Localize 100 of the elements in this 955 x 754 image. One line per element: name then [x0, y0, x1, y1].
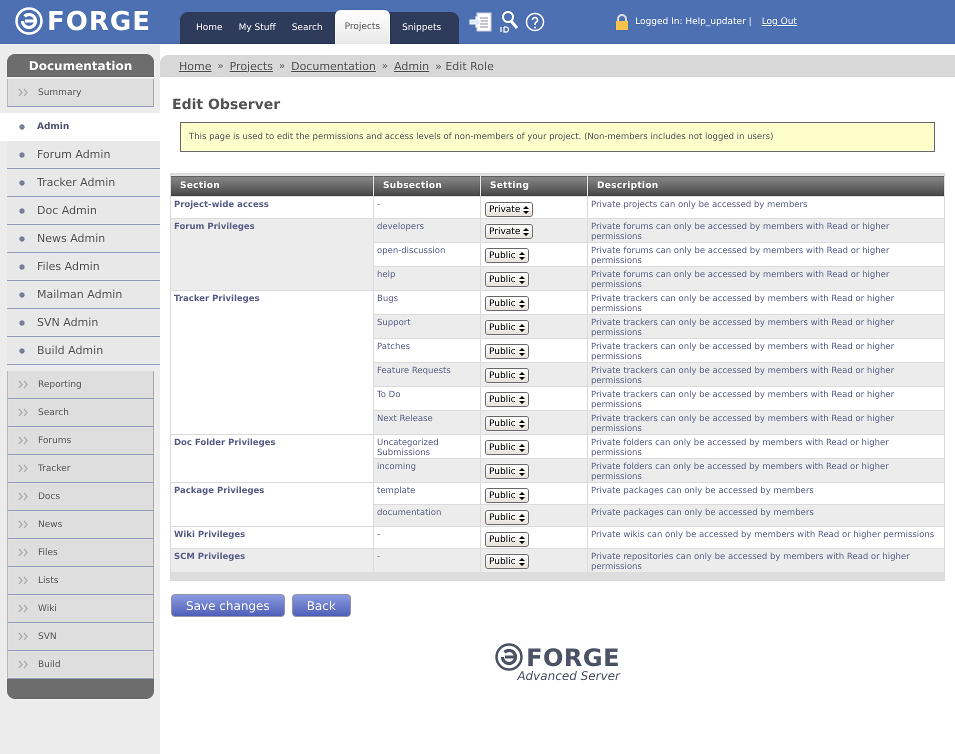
breadcrumb-link[interactable]: Projects	[230, 60, 273, 72]
setting-select[interactable]: Public	[485, 416, 529, 431]
chevron-icon	[18, 604, 28, 613]
sidebar-item[interactable]: News	[7, 511, 154, 539]
sidebar-item[interactable]: Forums	[7, 427, 154, 455]
bullet-icon	[19, 320, 25, 326]
sidebar-item[interactable]: Build Admin	[7, 337, 160, 365]
nav-tab[interactable]: Search	[284, 12, 331, 44]
sidebar-item[interactable]: Files	[7, 539, 154, 567]
table-cell: developers	[374, 218, 480, 242]
setting-select[interactable]: Public	[485, 440, 529, 455]
sidebar-item[interactable]: Docs	[7, 483, 154, 511]
nav-tab[interactable]: Snippets	[394, 12, 450, 44]
bullet-icon	[19, 348, 25, 354]
sidebar-item[interactable]: SVN Admin	[7, 309, 160, 337]
updown-icon	[518, 298, 526, 308]
sidebar-item[interactable]: Summary	[7, 79, 154, 107]
breadcrumb-separator: »	[278, 60, 286, 72]
sidebar-item[interactable]: Admin	[0, 113, 160, 141]
page-title: Edit Observer	[172, 97, 282, 113]
setting-select[interactable]: Public	[485, 488, 529, 503]
search-icon[interactable]	[499, 10, 520, 34]
updown-icon	[518, 418, 526, 428]
bullet-icon	[19, 264, 25, 270]
bullet-icon	[19, 124, 25, 130]
column-header: Description	[588, 174, 944, 196]
logout-link[interactable]: Log Out	[762, 17, 797, 27]
breadcrumb-separator: »	[217, 60, 224, 72]
chevron-icon	[18, 380, 28, 389]
setting-select[interactable]: Public	[485, 554, 529, 569]
sidebar-item[interactable]: Reporting	[7, 371, 154, 399]
chevron-icon	[18, 436, 28, 445]
section-cell: Forum Privileges	[170, 218, 374, 290]
breadcrumb-link[interactable]: Home	[179, 60, 212, 72]
save-button[interactable]: Save changes	[171, 594, 285, 617]
updown-icon	[518, 534, 526, 544]
bullet-icon	[19, 180, 25, 186]
table-cell: Private folders can only be accessed by members with Read or higher permissions	[588, 458, 944, 482]
table-cell: Support	[374, 314, 480, 338]
sidebar-item[interactable]: SVN	[7, 623, 154, 651]
updown-icon	[518, 322, 526, 332]
setting-select[interactable]: Public	[485, 392, 529, 407]
nav-tab[interactable]: Projects	[334, 10, 390, 44]
updown-icon	[518, 274, 526, 284]
bullet-icon	[19, 208, 25, 214]
setting-select[interactable]: Public	[485, 296, 529, 311]
updown-icon	[518, 512, 526, 522]
chevron-icon	[18, 548, 28, 557]
logo-icon	[15, 7, 45, 37]
sidebar-item[interactable]: Build	[7, 651, 154, 679]
column-header: Setting	[480, 174, 588, 196]
help-icon[interactable]	[525, 12, 546, 32]
sidebar-item[interactable]: Files Admin	[7, 253, 160, 281]
sidebar-title: Documentation	[7, 54, 154, 77]
setting-select[interactable]: Public	[485, 464, 529, 479]
breadcrumb-link[interactable]: Documentation	[291, 60, 376, 72]
updown-icon	[518, 556, 526, 566]
table-cell: incoming	[374, 458, 480, 482]
chevron-icon	[18, 492, 28, 501]
logo-text: FORGE	[526, 644, 620, 672]
updown-icon	[518, 346, 526, 356]
chevron-icon	[18, 520, 28, 529]
chevron-icon	[18, 632, 28, 641]
nav-tab[interactable]: Home	[188, 12, 231, 44]
breadcrumb-link[interactable]: Admin	[394, 60, 430, 72]
setting-select[interactable]: Public	[485, 510, 529, 525]
sidebar-item[interactable]: Tracker	[7, 455, 154, 483]
sidebar-item[interactable]: Mailman Admin	[7, 281, 160, 309]
setting-select[interactable]: Public	[485, 248, 529, 263]
back-button[interactable]: Back	[292, 594, 351, 617]
sidebar-item[interactable]: Search	[7, 399, 154, 427]
updown-icon	[518, 250, 526, 260]
setting-select[interactable]: Public	[485, 344, 529, 359]
table-cell: Private forums can only be accessed by members with Read or higher permissions	[588, 266, 944, 290]
sidebar-item[interactable]: Lists	[7, 567, 154, 595]
sidebar-item[interactable]: Wiki	[7, 595, 154, 623]
updown-icon	[518, 490, 526, 500]
lock-icon	[615, 14, 630, 30]
setting-select[interactable]: Public	[485, 368, 529, 383]
sidebar-item[interactable]: Doc Admin	[7, 197, 160, 225]
setting-select[interactable]: Public	[485, 320, 529, 335]
table-cell: Feature Requests	[374, 362, 480, 386]
table-cell: Private packages can only be accessed by members	[588, 504, 944, 526]
table-cell: Private forums can only be accessed by members with Read or higher permissions	[588, 218, 944, 242]
setting-select[interactable]: Private	[485, 224, 534, 239]
section-cell: Package Privileges	[170, 482, 374, 526]
document-arrow-icon[interactable]	[469, 11, 494, 33]
chevron-icon	[18, 576, 28, 585]
updown-icon	[518, 370, 526, 380]
sidebar-item[interactable]: Tracker Admin	[7, 169, 160, 197]
logo-text: FORGE	[47, 7, 151, 37]
setting-select[interactable]: Public	[485, 272, 529, 287]
sidebar-item[interactable]: News Admin	[7, 225, 160, 253]
column-header: Subsection	[374, 174, 480, 196]
nav-tab[interactable]: My Stuff	[230, 12, 284, 44]
setting-select[interactable]: Private	[485, 202, 534, 217]
bullet-icon	[19, 292, 25, 298]
table-cell: help	[374, 266, 480, 290]
sidebar-item[interactable]: Forum Admin	[7, 141, 160, 169]
setting-select[interactable]: Public	[485, 532, 529, 547]
